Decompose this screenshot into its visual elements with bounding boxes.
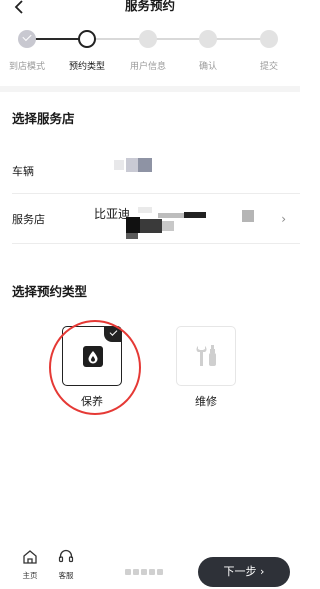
highlight-circle bbox=[49, 320, 141, 415]
store-section-title: 选择服务店 bbox=[12, 111, 75, 126]
repair-label: 维修 bbox=[195, 395, 217, 408]
nav-service-label: 客服 bbox=[58, 571, 74, 580]
chevron-right-icon: › bbox=[281, 212, 286, 226]
vehicle-value-masked bbox=[114, 158, 152, 172]
wrench-screwdriver-icon bbox=[196, 345, 216, 366]
bottom-bar: 主页 客服 下一步 › bbox=[0, 545, 300, 589]
repair-option[interactable] bbox=[176, 326, 236, 386]
step-dot-5 bbox=[260, 30, 278, 48]
type-section-title: 选择预约类型 bbox=[12, 284, 88, 299]
step-connector bbox=[87, 38, 267, 40]
chevron-right-icon: › bbox=[260, 565, 265, 578]
step-label-2: 预约类型 bbox=[68, 62, 105, 72]
step-dot-4 bbox=[199, 30, 217, 48]
vehicle-label: 车辆 bbox=[12, 165, 34, 178]
store-row[interactable]: 服务店 比亚迪 › bbox=[12, 194, 300, 244]
store-label: 服务店 bbox=[12, 213, 45, 226]
section-divider bbox=[0, 86, 300, 92]
step-label-3: 用户信息 bbox=[129, 62, 166, 72]
vehicle-row[interactable]: 车辆 bbox=[12, 146, 300, 196]
headset-icon bbox=[58, 549, 74, 563]
step-dot-2 bbox=[78, 30, 96, 48]
next-step-label: 下一步 bbox=[223, 565, 257, 578]
spacer bbox=[0, 244, 300, 258]
appointment-page: 服务预约 到店模式 预约类型 用户信息 确认 提交 选择服务店 车辆 服务店 比… bbox=[0, 0, 300, 589]
store-address-masked bbox=[124, 207, 206, 239]
home-icon bbox=[23, 550, 37, 564]
nav-home[interactable]: 主页 bbox=[10, 549, 50, 581]
step-dot-1 bbox=[18, 30, 36, 48]
page-title: 服务预约 bbox=[124, 0, 175, 13]
step-dot-3 bbox=[139, 30, 157, 48]
next-step-button[interactable]: 下一步 › bbox=[198, 557, 290, 587]
nav-home-label: 主页 bbox=[22, 571, 38, 580]
progress-stepper: 到店模式 预约类型 用户信息 确认 提交 bbox=[0, 28, 300, 78]
step-label-5: 提交 bbox=[259, 62, 278, 72]
step-label-1: 到店模式 bbox=[8, 62, 45, 72]
page-indicator bbox=[125, 569, 163, 575]
store-mask-block bbox=[242, 210, 254, 222]
header: 服务预约 bbox=[0, 0, 300, 22]
nav-service[interactable]: 客服 bbox=[46, 549, 86, 581]
step-label-4: 确认 bbox=[198, 62, 217, 72]
